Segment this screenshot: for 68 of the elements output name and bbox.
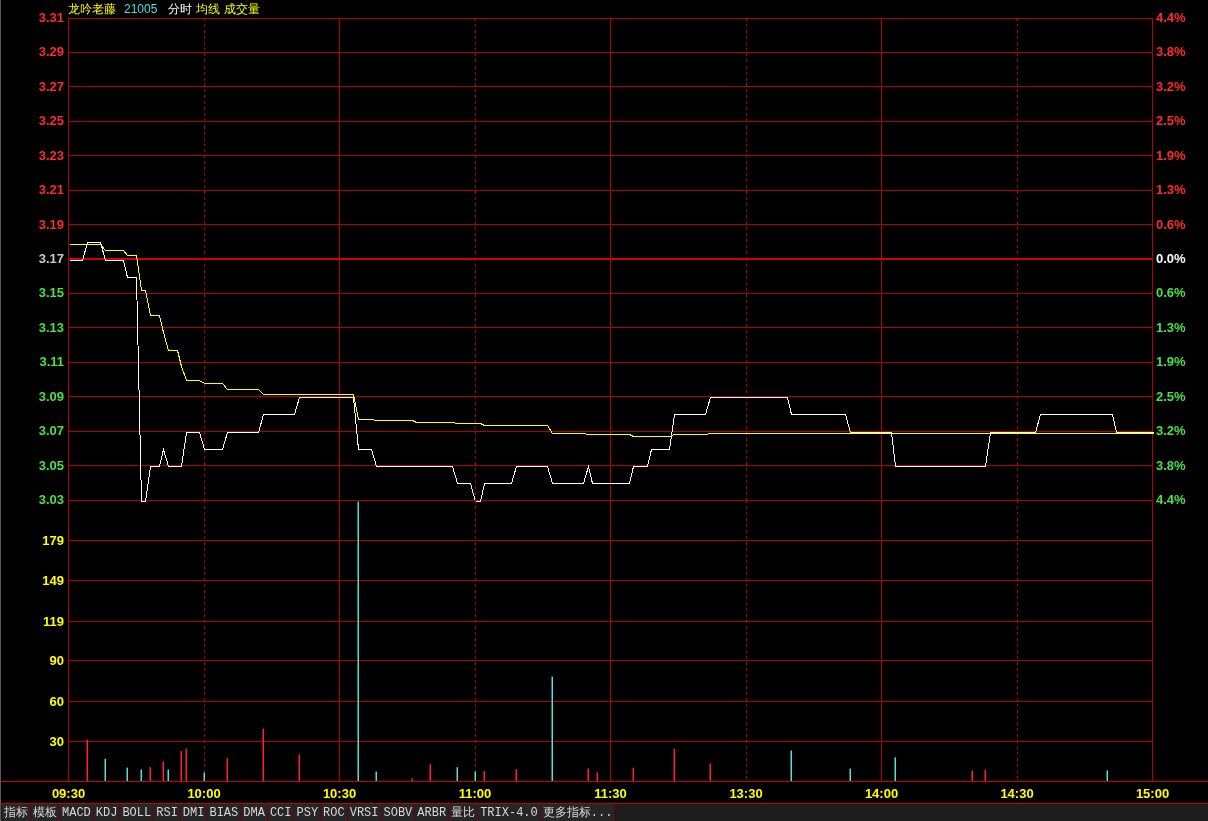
time-axis-label: 14:30 bbox=[1000, 785, 1034, 801]
change-percent-label: 4.4% bbox=[1156, 10, 1186, 25]
price-axis-label: 3.19 bbox=[38, 216, 64, 232]
stock-code: 21005 bbox=[124, 2, 158, 15]
indicator-tab[interactable]: TRIX-4.0 bbox=[478, 804, 541, 821]
change-percent-label: 0.6% bbox=[1156, 285, 1186, 301]
change-percent-label: 0.6% bbox=[1156, 216, 1186, 232]
indicator-tab[interactable]: 量比 bbox=[449, 804, 479, 821]
price-axis-label: 3.03 bbox=[38, 492, 64, 507]
price-axis-label: 3.11 bbox=[39, 354, 64, 370]
price-axis-label: 3.27 bbox=[38, 78, 64, 94]
time-axis-label: 10:30 bbox=[322, 785, 357, 801]
indicator-tab[interactable]: SOBV bbox=[381, 804, 416, 821]
price-axis-label: 3.31 bbox=[38, 10, 64, 25]
change-percent-label: 1.9% bbox=[1156, 354, 1186, 370]
indicator-tab[interactable]: DMA bbox=[241, 804, 268, 821]
change-percent-label: 3.2% bbox=[1156, 423, 1186, 439]
indicator-tab[interactable]: 指标 bbox=[2, 804, 31, 821]
volume-axis-label: 179 bbox=[42, 533, 64, 548]
price-axis-label: 3.17 bbox=[38, 251, 64, 266]
indicator-tab[interactable]: 更多指标... bbox=[540, 804, 616, 821]
indicator-tab[interactable]: ARBR bbox=[415, 804, 450, 821]
price-axis-label: 3.23 bbox=[38, 147, 64, 163]
indicator-tab[interactable]: BOLL bbox=[120, 804, 155, 821]
indicator-tab[interactable]: ROC bbox=[321, 804, 348, 821]
time-axis-label: 11:30 bbox=[594, 785, 627, 801]
change-percent-label: 3.8% bbox=[1156, 44, 1186, 60]
volume-axis-label: 60 bbox=[49, 694, 64, 709]
change-percent-label: 3.2% bbox=[1156, 78, 1186, 94]
legend-label: 均线 bbox=[196, 2, 221, 15]
change-percent-label: 1.3% bbox=[1156, 182, 1186, 198]
indicator-tab[interactable]: CCI bbox=[267, 804, 295, 821]
volume-axis-label: 30 bbox=[49, 734, 64, 749]
price-axis-label: 3.09 bbox=[38, 388, 64, 404]
time-axis-label: 11:00 bbox=[458, 785, 492, 801]
price-axis-label: 3.05 bbox=[38, 457, 64, 473]
legend-label: 分时 bbox=[168, 2, 193, 15]
indicator-tab[interactable]: DMI bbox=[180, 804, 208, 821]
price-axis-label: 3.15 bbox=[38, 285, 64, 301]
indicator-tab[interactable]: KDJ bbox=[93, 804, 121, 821]
time-axis-label: 15:00 bbox=[1135, 785, 1170, 801]
change-percent-label: 4.4% bbox=[1156, 492, 1186, 507]
stock-name: 龙吟老藤 bbox=[68, 2, 116, 15]
change-percent-label: 2.5% bbox=[1156, 388, 1186, 404]
time-axis-label: 14:00 bbox=[864, 785, 899, 801]
volume-axis-label: 149 bbox=[42, 573, 64, 588]
change-percent-label: 0.0% bbox=[1156, 251, 1186, 266]
time-axis-label: 10:00 bbox=[187, 785, 221, 801]
indicator-tab[interactable]: 模板 bbox=[31, 804, 60, 821]
price-axis-label: 3.13 bbox=[38, 319, 64, 335]
volume-axis-label: 90 bbox=[49, 653, 64, 668]
change-percent-label: 1.9% bbox=[1156, 147, 1186, 163]
change-percent-label: 3.8% bbox=[1156, 457, 1186, 473]
volume-axis-label: 119 bbox=[43, 614, 64, 629]
price-axis-label: 3.21 bbox=[38, 182, 64, 198]
change-percent-label: 2.5% bbox=[1156, 113, 1186, 129]
price-axis-label: 3.29 bbox=[38, 44, 64, 60]
indicator-tab[interactable]: VRSI bbox=[347, 804, 382, 821]
time-axis-label: 09:30 bbox=[51, 785, 86, 801]
change-percent-label: 1.3% bbox=[1156, 319, 1186, 335]
price-axis-label: 3.07 bbox=[38, 423, 64, 439]
indicator-tab[interactable]: MACD bbox=[60, 804, 94, 821]
time-axis-label: 13:30 bbox=[729, 785, 763, 801]
indicator-tab[interactable]: PSY bbox=[294, 804, 322, 821]
indicator-tab[interactable]: RSI bbox=[154, 804, 181, 821]
indicator-tab[interactable]: BIAS bbox=[207, 804, 242, 821]
price-axis-label: 3.25 bbox=[38, 113, 64, 129]
legend-label: 成交量 bbox=[224, 2, 261, 15]
